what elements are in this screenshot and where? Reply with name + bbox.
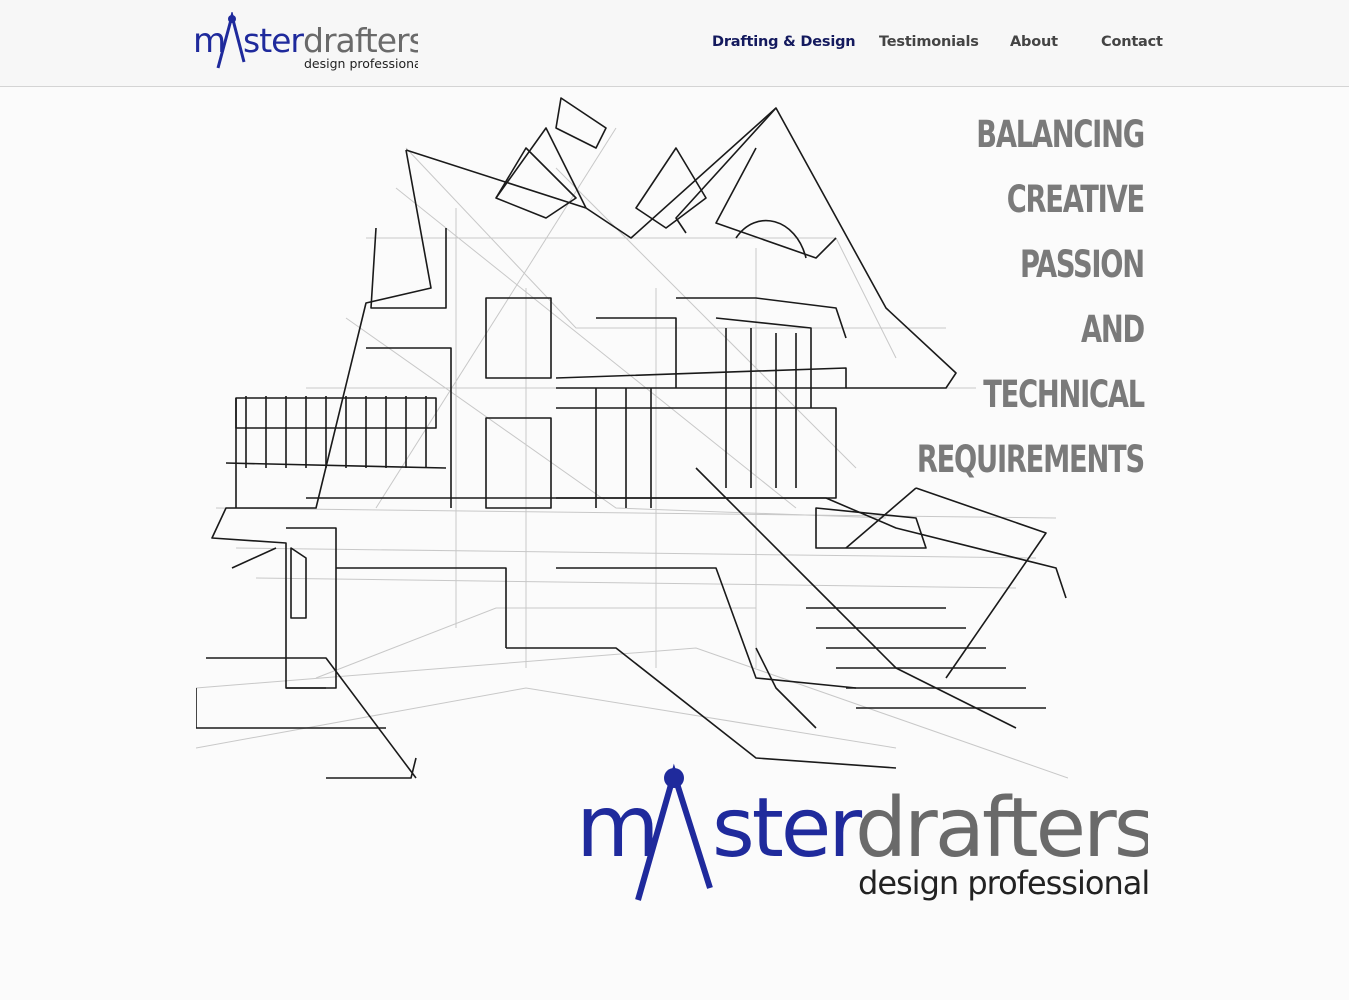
hero-section: BALANCING CREATIVE PASSION AND TECHNICAL… <box>0 88 1349 1000</box>
nav-item-drafting-design[interactable]: Drafting & Design <box>712 34 856 50</box>
nav-item-contact[interactable]: Contact <box>1101 34 1163 50</box>
svg-text:design professionals: design professionals <box>304 56 418 71</box>
svg-text:design professionals: design professionals <box>858 864 1148 902</box>
headline-line-1: BALANCING <box>976 113 1145 156</box>
masterdrafters-logo-large: m ster drafters design professionals <box>576 763 1148 902</box>
headline-line-4: AND <box>1081 308 1145 351</box>
headline-line-5: TECHNICAL <box>983 373 1145 416</box>
hero-headline: BALANCING CREATIVE PASSION AND TECHNICAL… <box>867 102 1145 492</box>
main-nav: Drafting & Design Testimonials About Con… <box>0 34 1349 56</box>
svg-text:drafters: drafters <box>855 781 1148 876</box>
nav-item-testimonials[interactable]: Testimonials <box>879 34 979 50</box>
site-header: m ster drafters design professionals Dra… <box>0 0 1349 87</box>
nav-item-about[interactable]: About <box>1010 34 1058 50</box>
headline-line-3: PASSION <box>1020 243 1145 286</box>
headline-line-6: REQUIREMENTS <box>916 438 1145 481</box>
headline-line-2: CREATIVE <box>1006 178 1145 221</box>
svg-text:ster: ster <box>712 781 862 876</box>
